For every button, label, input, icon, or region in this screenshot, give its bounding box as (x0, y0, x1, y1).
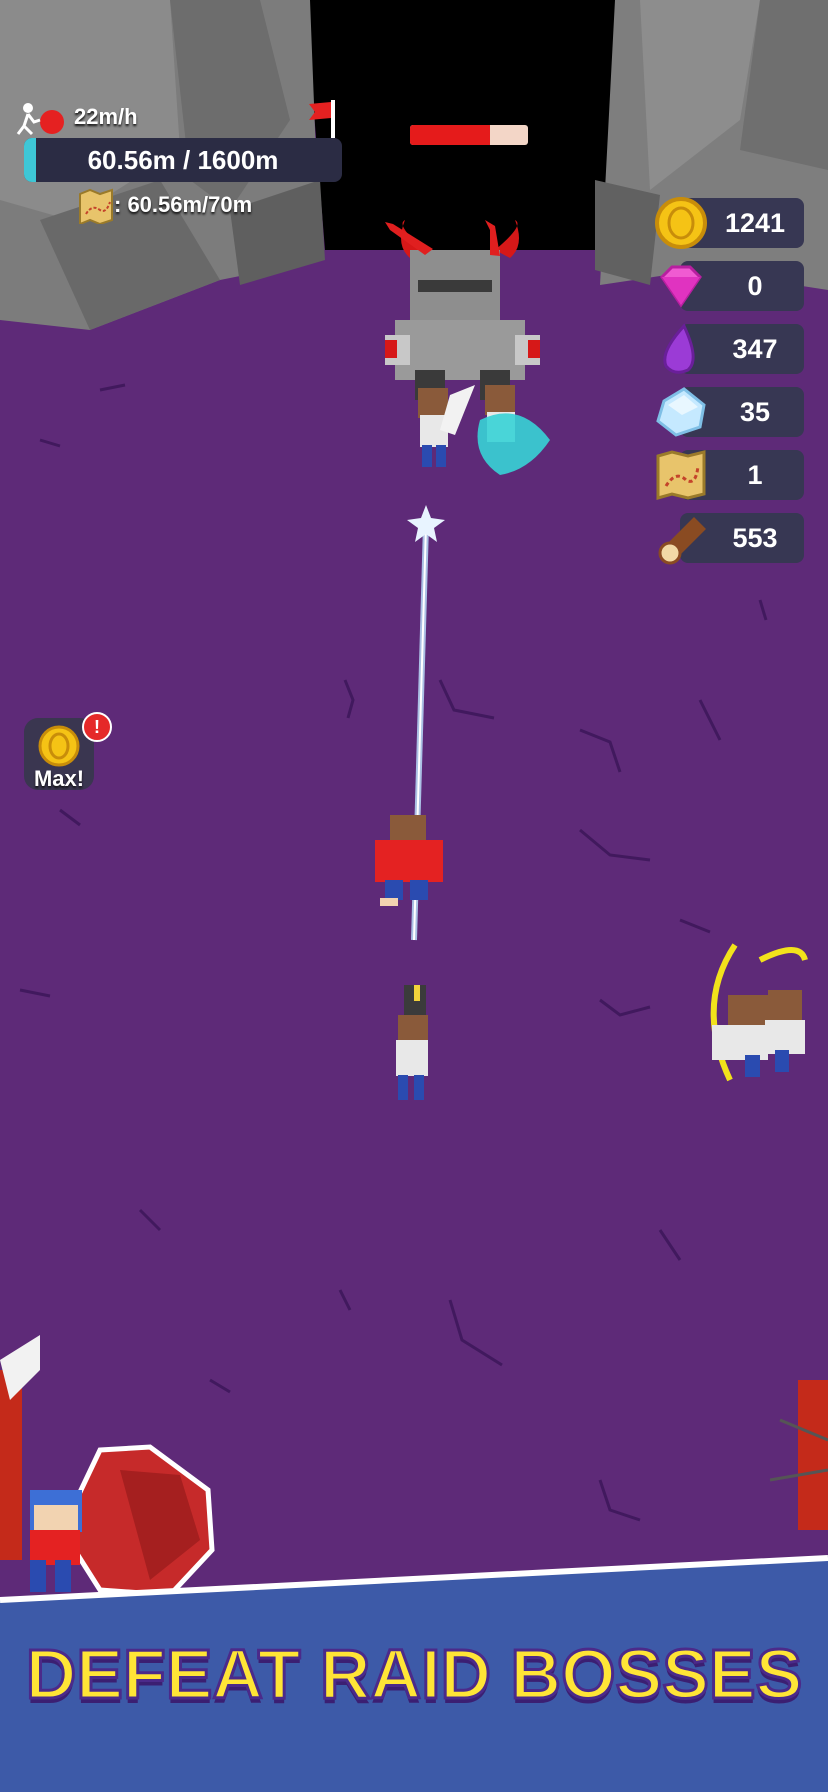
ice-crystal-icon (656, 387, 706, 437)
resource-ice: 35 (654, 387, 804, 437)
boss-health-bar (410, 125, 528, 145)
archers (710, 943, 808, 1082)
purple-drop-icon (663, 323, 695, 374)
map-value: 1 (747, 460, 763, 490)
warrior-sword (418, 385, 475, 467)
resource-gold: 1241 (654, 197, 804, 249)
resource-drop: 347 (654, 323, 804, 374)
distance-text: 60.56m / 1600m (87, 145, 279, 175)
warrior-axe (477, 385, 550, 475)
alert-badge: ! (82, 712, 112, 742)
arrow-post (769, 1380, 828, 1530)
distance-progress-bar: 60.56m / 1600m (24, 138, 342, 182)
treasure-map-icon (79, 188, 113, 224)
gold-coin-icon (38, 725, 80, 767)
drop-value: 347 (732, 334, 778, 364)
boss-health-fill (410, 125, 491, 145)
wood-log-icon (658, 517, 706, 565)
map-progress-text: : 60.56m/70m (114, 192, 253, 217)
wood-value: 553 (732, 523, 778, 553)
ice-value: 35 (739, 397, 771, 427)
resource-map: 1 (654, 450, 804, 500)
map-progress-row: : 60.56m/70m (78, 188, 338, 226)
gold-coin-icon (655, 197, 707, 249)
banner-title: DEFEAT RAID BOSSES (24, 1634, 804, 1715)
max-label: Max! (33, 766, 85, 791)
goal-flag-icon (309, 100, 335, 138)
game-screen: 22m/h 60.56m / 1600m : 60.56m/70m 1241 0… (0, 0, 828, 1792)
pink-gem-icon (660, 265, 702, 308)
ally-spear (396, 985, 428, 1100)
speed-text: 22m/h (74, 104, 138, 129)
resource-gem: 0 (654, 261, 804, 311)
gold-value: 1241 (724, 208, 786, 238)
speed-row: 22m/h (12, 100, 352, 140)
pushing-boulder-icon (16, 103, 64, 136)
player-hero (375, 815, 443, 906)
resource-wood: 553 (654, 513, 804, 565)
treasure-map-icon (656, 450, 706, 500)
gem-value: 0 (747, 271, 763, 301)
max-coin-button[interactable]: ! Max! (24, 712, 112, 791)
